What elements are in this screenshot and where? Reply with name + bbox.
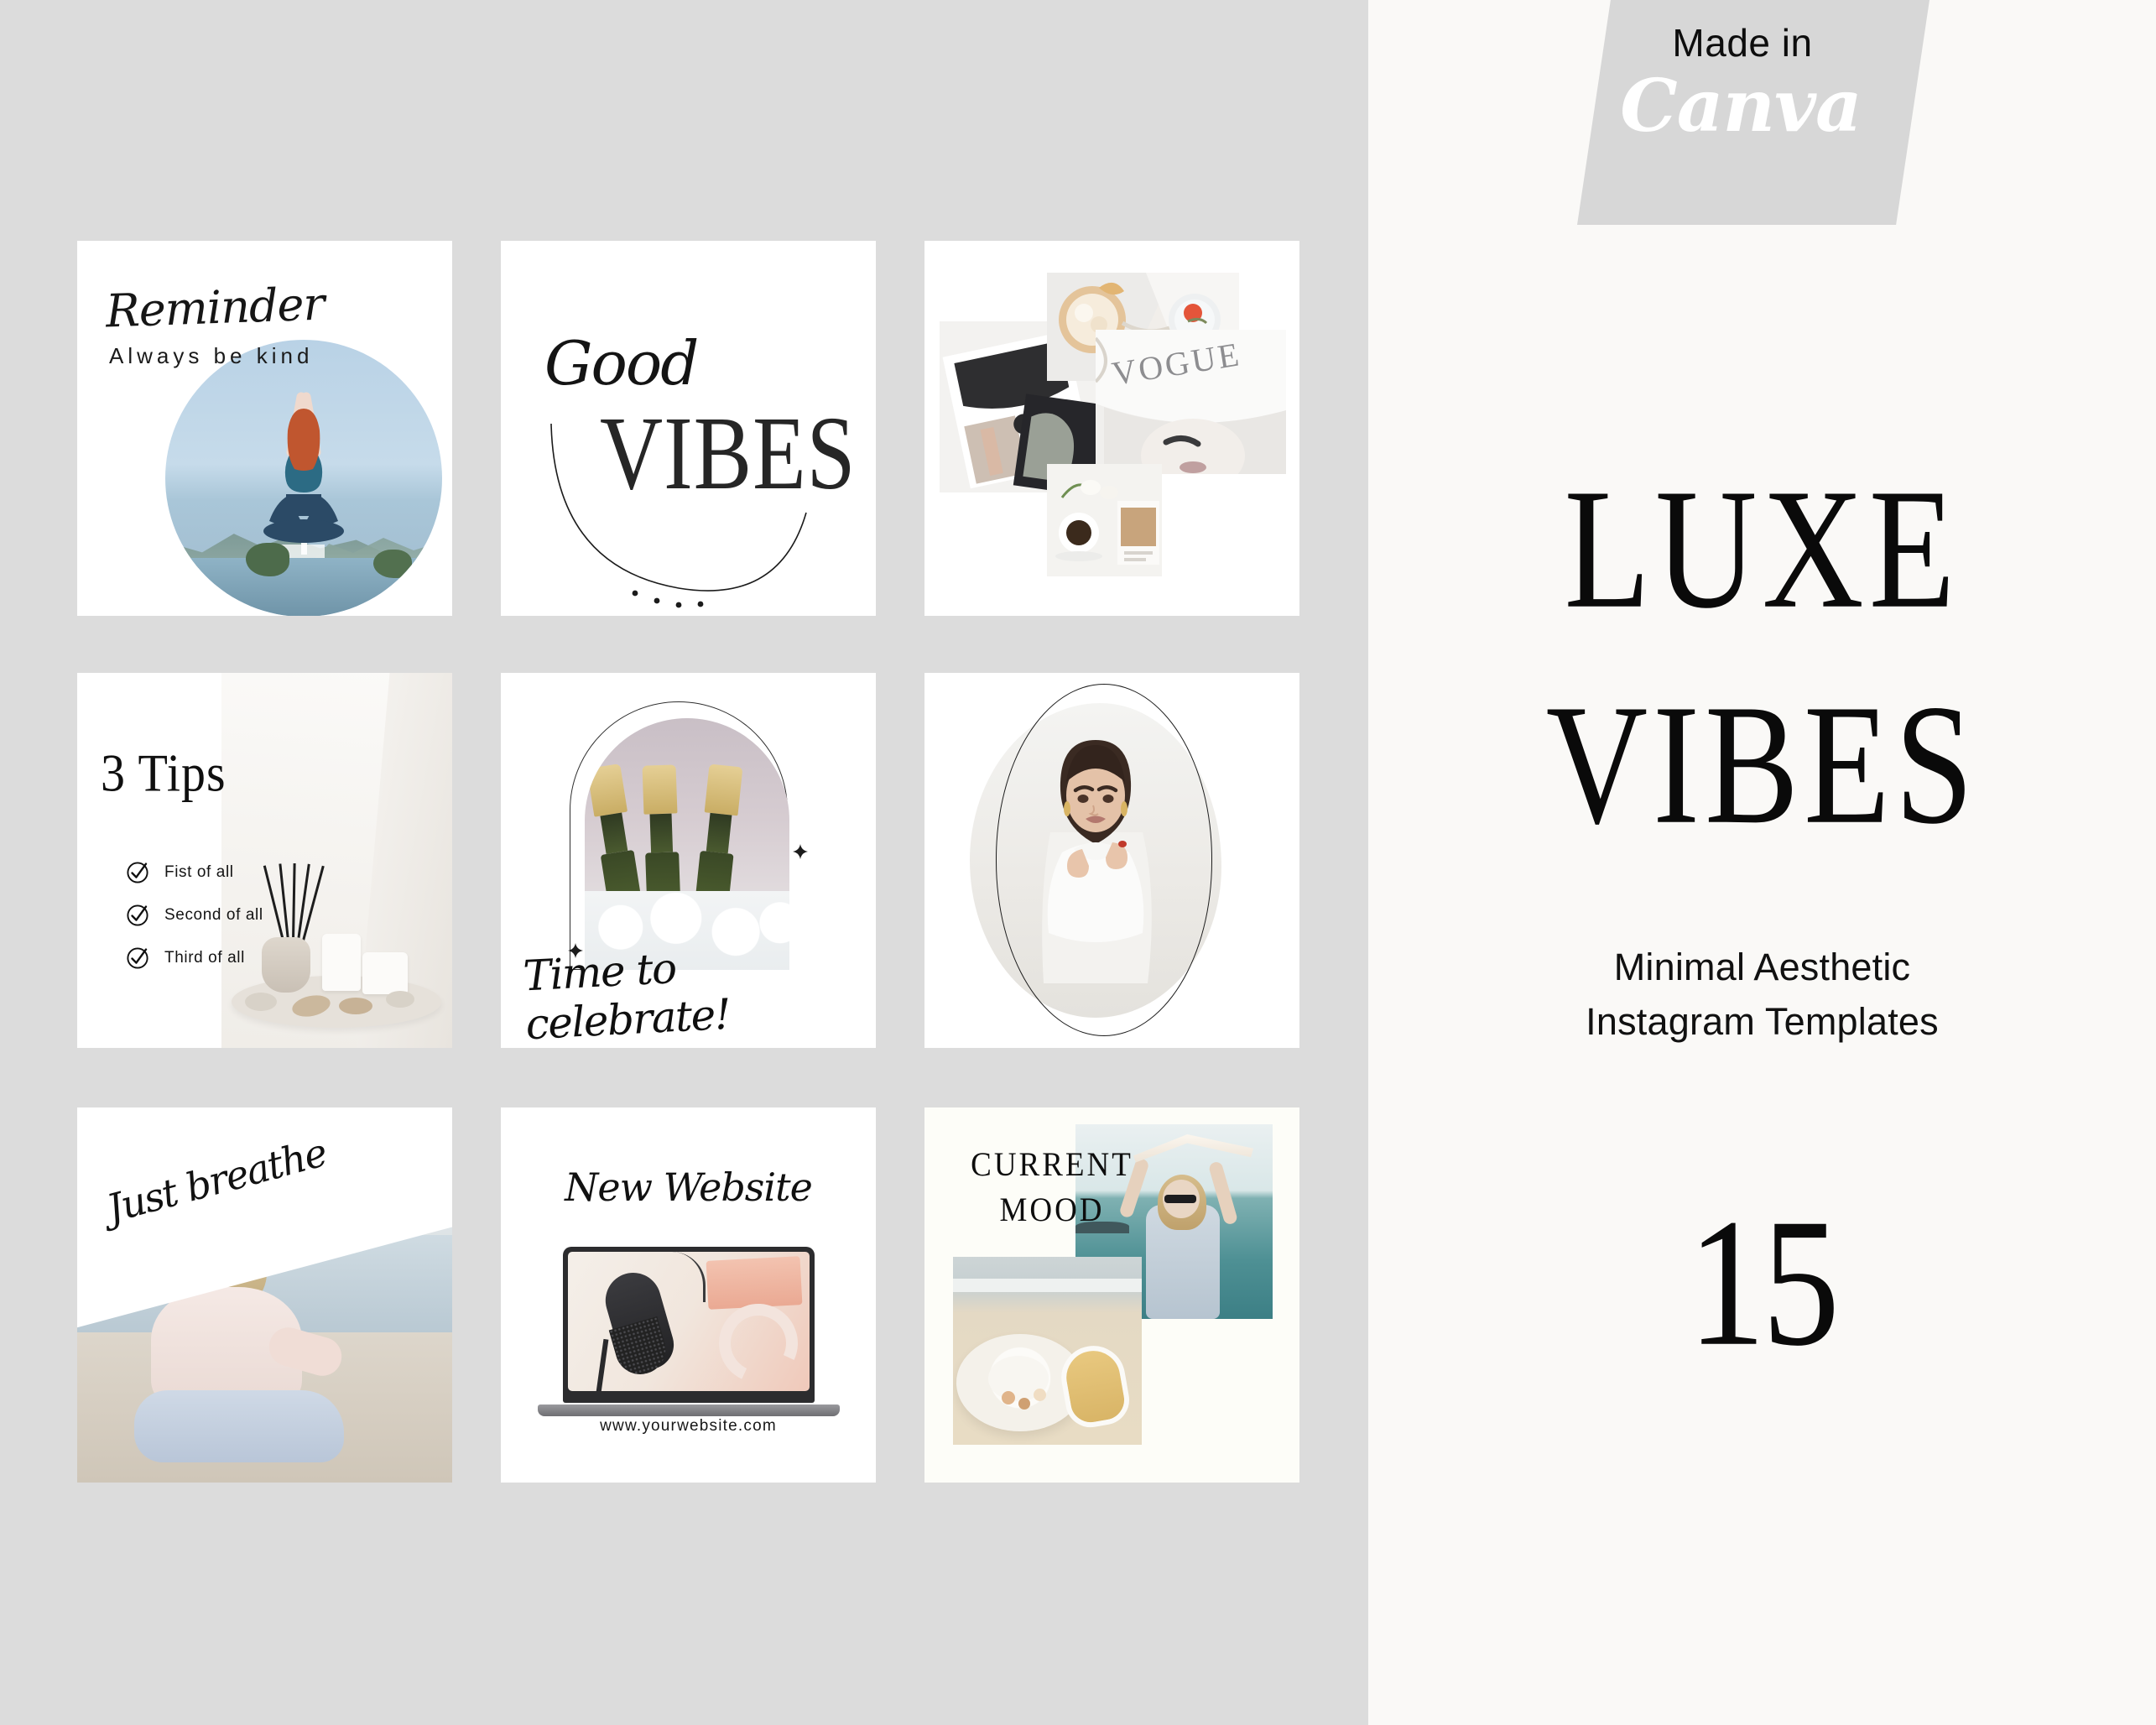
made-in-canva-badge: Made in Canva: [1577, 0, 1929, 225]
good-vibes-script-word: Good: [544, 328, 699, 399]
template-card-current-mood[interactable]: CURRENT MOOD: [924, 1107, 1299, 1483]
mic-cable-shape: [662, 1252, 706, 1302]
tip-list-item: Third of all: [126, 946, 245, 970]
candle-shape-2: [362, 952, 408, 994]
template-card-good-vibes[interactable]: Good VIBES: [501, 241, 876, 616]
poster-root: Made in Canva LUXE VIBES Minimal Aesthet…: [0, 0, 2156, 1725]
badge-made-in-label: Made in: [1672, 21, 1813, 65]
celebrate-script: Time to celebrate!: [522, 944, 732, 1048]
brand-title: LUXE VIBES: [1368, 445, 2156, 860]
collage-photo-coffee-and-tulips: [1047, 464, 1162, 576]
badge-canva-wordmark: Canva: [1620, 64, 1862, 149]
bush-shape-2: [373, 550, 412, 578]
check-circle-icon: [127, 947, 148, 969]
shell-bead: [1002, 1391, 1015, 1404]
shell-bead-3: [1034, 1389, 1046, 1401]
template-card-new-website[interactable]: New Website www.yourwebsite.com: [501, 1107, 876, 1483]
yoga-figure-icon: [263, 392, 344, 543]
template-card-vogue-collage[interactable]: VOGUE: [924, 241, 1299, 616]
current-mood-title-line-1: CURRENT: [971, 1146, 1133, 1184]
template-card-three-tips[interactable]: 3 Tips Fist of all Second of all Third o…: [77, 673, 452, 1048]
beach-hat-photo: [953, 1257, 1142, 1445]
stone-shape: [245, 993, 277, 1011]
brand-subtitle-line-1: Minimal Aesthetic: [1613, 946, 1911, 988]
template-card-celebrate[interactable]: Time to celebrate!: [501, 673, 876, 1048]
candle-shape: [322, 934, 361, 991]
good-vibes-serif-word: VIBES: [600, 395, 857, 512]
mic-stand-shape: [596, 1338, 609, 1391]
brand-title-line-1: LUXE: [1564, 453, 1961, 644]
tip-label: Second of all: [164, 906, 263, 924]
sparkle-icon: [793, 844, 808, 859]
brand-subtitle: Minimal Aesthetic Instagram Templates: [1368, 940, 2156, 1050]
current-mood-title-line-2: MOOD: [999, 1191, 1105, 1229]
vase-shape: [262, 937, 310, 993]
sea-foam-shape: [953, 1279, 1142, 1292]
brand-subtitle-line-2: Instagram Templates: [1586, 1000, 1939, 1044]
tip-list-item: Fist of all: [126, 861, 234, 884]
oval-frame-outline: [996, 684, 1212, 1036]
reminder-subtitle: Always be kind: [109, 343, 314, 368]
tips-title: 3 Tips: [101, 743, 227, 803]
laptop-mockup: [538, 1247, 840, 1416]
tip-label: Third of all: [164, 949, 245, 967]
tip-list-item: Second of all: [126, 904, 263, 927]
stone-shape-4: [386, 991, 414, 1008]
website-url: www.yourwebsite.com: [600, 1417, 777, 1435]
sunglasses-shape: [1164, 1195, 1196, 1203]
template-count: 15: [1688, 1181, 1840, 1385]
laptop-bezel: [563, 1247, 815, 1403]
pink-notebook-shape: [706, 1256, 803, 1310]
stone-shape-3: [339, 998, 372, 1014]
reminder-title: Reminder: [104, 277, 325, 338]
tip-label: Fist of all: [164, 863, 234, 881]
yoga-photo: [165, 340, 442, 616]
diffuser-photo: [221, 673, 452, 1048]
shell-bead-2: [1018, 1398, 1030, 1410]
template-card-portrait[interactable]: [924, 673, 1299, 1048]
scarf-shape: [1133, 1134, 1253, 1163]
brand-title-line-2: VIBES: [1545, 669, 1979, 860]
champagne-photo: [585, 718, 789, 970]
laptop-base: [538, 1404, 840, 1416]
pants-shape: [134, 1390, 344, 1462]
current-mood-title: CURRENT MOOD: [968, 1143, 1136, 1233]
check-circle-icon: [127, 862, 148, 883]
template-grid: Reminder Always be kind Good VIBES VOGUE…: [77, 241, 1299, 1502]
new-website-script: New Website: [565, 1165, 813, 1210]
laptop-screen: [568, 1252, 810, 1391]
template-card-reminder[interactable]: Reminder Always be kind: [77, 241, 452, 616]
collage-photo-vogue-cover: VOGUE: [1096, 330, 1286, 474]
template-card-just-breathe[interactable]: Just breathe: [77, 1107, 452, 1483]
check-circle-icon: [127, 904, 148, 926]
